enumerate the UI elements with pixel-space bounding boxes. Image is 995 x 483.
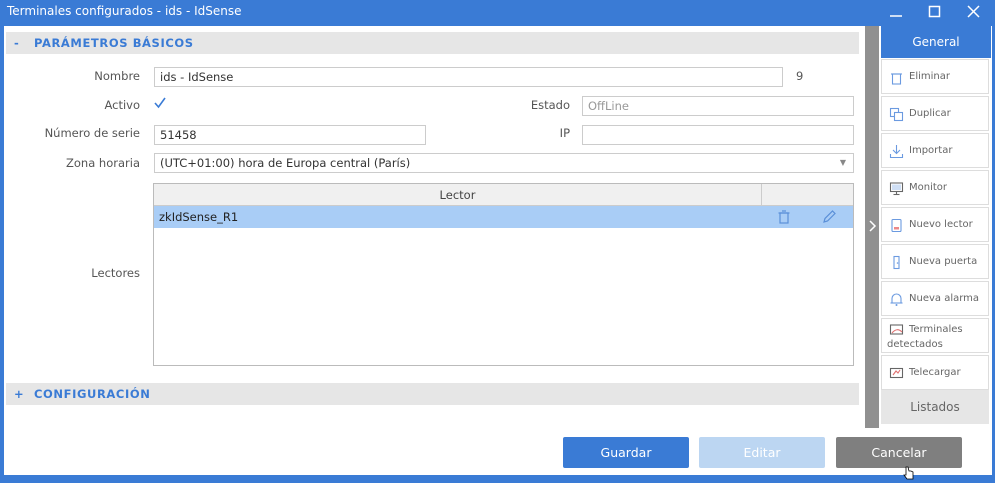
estado-label: Estado	[530, 98, 570, 112]
nombre-input[interactable]: ids - IdSense	[154, 67, 783, 87]
column-divider	[761, 184, 762, 206]
trash-icon	[889, 70, 904, 85]
action-sidebar: General Eliminar Duplicar Importar Monit…	[881, 26, 991, 430]
dialog-window: Terminales configurados - ids - IdSense …	[0, 0, 995, 480]
activo-checkbox[interactable]	[153, 96, 167, 110]
ip-input[interactable]	[582, 125, 854, 145]
trash-icon[interactable]	[776, 209, 792, 225]
chevron-right-icon	[869, 220, 877, 232]
sidebar-item-duplicar[interactable]: Duplicar	[881, 96, 989, 131]
telecharge-icon	[889, 366, 904, 381]
sidebar-item-label: Telecargar	[909, 367, 961, 378]
sidebar-item-label: Nuevo lector	[909, 219, 973, 230]
duplicate-icon	[889, 107, 904, 122]
collapse-toggle[interactable]: -	[14, 36, 26, 50]
ip-label: IP	[559, 126, 570, 140]
zona-label: Zona horaria	[66, 156, 140, 170]
serie-input[interactable]: 51458	[154, 125, 426, 145]
sidebar-item-eliminar[interactable]: Eliminar	[881, 59, 989, 94]
section-configuration[interactable]: + CONFIGURACIÓN	[6, 383, 859, 405]
cancel-button[interactable]: Cancelar	[836, 437, 962, 468]
dropdown-arrow-icon: ▼	[839, 158, 846, 167]
table-header: Lector	[154, 184, 853, 206]
sidebar-item-telecargar[interactable]: Telecargar	[881, 355, 989, 390]
sidebar-item-label: Eliminar	[909, 71, 950, 82]
sidebar-item-terminales-detectados[interactable]: Terminales detectados	[881, 318, 989, 353]
zona-select[interactable]: (UTC+01:00) hora de Europa central (Parí…	[154, 153, 854, 173]
zona-selected-value: (UTC+01:00) hora de Europa central (Parí…	[160, 156, 411, 170]
bell-icon	[889, 292, 904, 307]
section-basic-params[interactable]: - PARÁMETROS BÁSICOS	[6, 32, 859, 54]
sidebar-collapse-handle[interactable]	[865, 26, 879, 428]
nombre-label: Nombre	[94, 69, 140, 83]
dialog-content: - PARÁMETROS BÁSICOS Nombre ids - IdSens…	[4, 26, 992, 480]
close-button[interactable]	[959, 2, 989, 22]
section-title: PARÁMETROS BÁSICOS	[34, 36, 194, 50]
checkmark-icon	[154, 97, 166, 109]
lectores-label: Lectores	[91, 266, 140, 280]
sidebar-item-label: Nueva alarma	[909, 293, 980, 304]
sidebar-tab-general[interactable]: General	[881, 26, 991, 58]
sidebar-item-monitor[interactable]: Monitor	[881, 170, 989, 205]
activo-label: Activo	[104, 98, 140, 112]
estado-field: OffLine	[582, 96, 854, 116]
readers-table: Lector zkIdSense_R1	[153, 183, 854, 366]
expand-toggle[interactable]: +	[14, 387, 26, 401]
title-bar: Terminales configurados - ids - IdSense	[0, 0, 995, 24]
edit-button[interactable]: Editar	[699, 437, 825, 468]
sidebar-item-label: Monitor	[909, 182, 948, 193]
save-button[interactable]: Guardar	[563, 437, 689, 468]
column-header-lector[interactable]: Lector	[154, 188, 761, 202]
sidebar-item-label: Terminales detectados	[887, 324, 963, 350]
reader-name: zkIdSense_R1	[159, 210, 239, 224]
sidebar-item-label: Nueva puerta	[909, 256, 978, 267]
serie-label: Número de serie	[44, 126, 140, 140]
sidebar-item-label: Duplicar	[909, 108, 951, 119]
maximize-icon	[928, 5, 941, 18]
monitor-icon	[889, 181, 904, 196]
window-title: Terminales configurados - ids - IdSense	[7, 4, 242, 18]
maximize-button[interactable]	[920, 2, 950, 22]
nombre-char-count: 9	[796, 69, 804, 83]
minimize-icon	[890, 15, 902, 17]
sidebar-item-nueva-alarma[interactable]: Nueva alarma	[881, 281, 989, 316]
download-icon	[889, 144, 904, 159]
sidebar-item-nuevo-lector[interactable]: Nuevo lector	[881, 207, 989, 242]
close-icon	[967, 5, 980, 18]
sidebar-item-nueva-puerta[interactable]: Nueva puerta	[881, 244, 989, 279]
edit-pencil-icon[interactable]	[821, 209, 837, 225]
table-row[interactable]: zkIdSense_R1	[154, 206, 853, 228]
minimize-button[interactable]	[881, 2, 911, 22]
reader-icon	[889, 218, 904, 233]
door-icon	[889, 255, 904, 270]
sidebar-item-importar[interactable]: Importar	[881, 133, 989, 168]
sidebar-tab-listados[interactable]: Listados	[881, 390, 989, 424]
sidebar-item-label: Importar	[909, 145, 953, 156]
section-title: CONFIGURACIÓN	[34, 387, 151, 401]
